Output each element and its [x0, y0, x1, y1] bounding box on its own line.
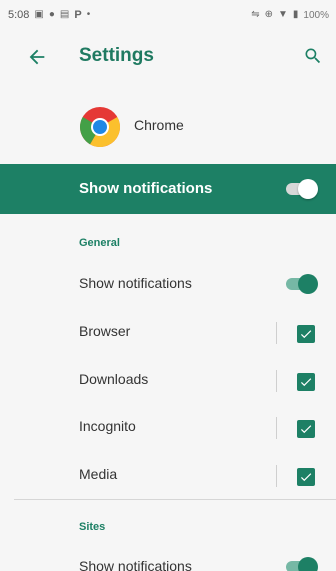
- more-notifications-icon: •: [86, 9, 91, 20]
- sites-show-notifications-row[interactable]: Show notifications: [0, 547, 336, 571]
- row-divider: [276, 465, 277, 487]
- status-bar-left: 5:08 ▣ ● ▤ P •: [8, 9, 90, 21]
- general-notifications-switch[interactable]: [284, 274, 318, 294]
- search-button[interactable]: [303, 46, 323, 66]
- channel-row-media[interactable]: Media: [0, 455, 336, 495]
- master-switch[interactable]: [284, 179, 318, 199]
- section-divider: [14, 499, 336, 500]
- sites-notifications-switch[interactable]: [284, 557, 318, 571]
- channel-row-incognito[interactable]: Incognito: [0, 407, 336, 447]
- check-icon: [300, 425, 312, 434]
- row-label: Downloads: [79, 371, 149, 387]
- status-bar-right: ⇋ ⊕ ▼ ▮ 100%: [251, 10, 329, 21]
- general-show-notifications-row[interactable]: Show notifications: [0, 264, 336, 304]
- chrome-logo-icon: [80, 107, 120, 147]
- section-header-general: General: [79, 237, 120, 249]
- gallery-notification-icon: ▣: [34, 9, 44, 20]
- arrow-back-icon: [29, 49, 45, 65]
- browser-checkbox[interactable]: [297, 325, 315, 343]
- location-notification-icon: ●: [48, 9, 55, 20]
- status-time: 5:08: [8, 9, 30, 21]
- calendar-notification-icon: ▤: [59, 9, 70, 20]
- master-notifications-toggle[interactable]: Show notifications: [0, 164, 336, 214]
- switch-thumb: [298, 274, 318, 294]
- search-icon: [305, 48, 321, 64]
- row-label: Browser: [79, 323, 131, 339]
- vibrate-icon: ⇋: [251, 9, 260, 20]
- row-label: Show notifications: [79, 558, 192, 571]
- row-divider: [276, 322, 277, 344]
- channel-row-downloads[interactable]: Downloads: [0, 360, 336, 400]
- master-toggle-label: Show notifications: [79, 180, 213, 197]
- wifi-icon: ▼: [278, 9, 288, 20]
- row-label: Incognito: [79, 418, 136, 434]
- row-label: Show notifications: [79, 275, 192, 291]
- page-title: Settings: [79, 45, 154, 66]
- data-saver-icon: ⊕: [264, 9, 273, 20]
- channel-row-browser[interactable]: Browser: [0, 312, 336, 352]
- incognito-checkbox[interactable]: [297, 420, 315, 438]
- switch-thumb: [298, 179, 318, 199]
- p-notification-icon: P: [74, 8, 82, 21]
- row-label: Media: [79, 466, 118, 482]
- check-icon: [300, 330, 312, 339]
- battery-icon: ▮: [292, 9, 299, 20]
- section-header-sites: Sites: [79, 521, 106, 533]
- app-info: Chrome: [0, 100, 336, 150]
- row-divider: [276, 370, 277, 392]
- row-divider: [276, 417, 277, 439]
- switch-thumb: [298, 557, 318, 571]
- status-bar: 5:08 ▣ ● ▤ P • ⇋ ⊕ ▼ ▮ 100%: [0, 0, 336, 30]
- downloads-checkbox[interactable]: [297, 373, 315, 391]
- battery-percent: 100%: [303, 9, 329, 21]
- check-icon: [300, 378, 312, 387]
- back-button[interactable]: [26, 46, 48, 68]
- check-icon: [300, 473, 312, 482]
- media-checkbox[interactable]: [297, 468, 315, 486]
- app-bar: Settings: [0, 30, 336, 82]
- app-name: Chrome: [134, 117, 184, 133]
